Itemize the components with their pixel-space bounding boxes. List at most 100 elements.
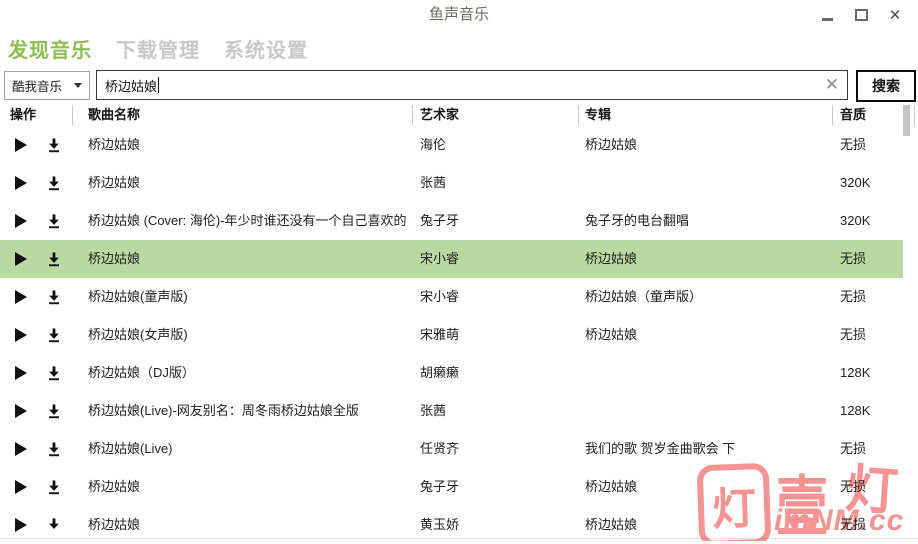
download-icon[interactable]: [47, 328, 61, 343]
close-button[interactable]: ✕: [878, 0, 912, 30]
search-input-value: 桥边姑娘: [97, 76, 157, 95]
bottom-divider: [0, 538, 918, 539]
artist-name: 宋小睿: [420, 240, 570, 278]
download-icon[interactable]: [47, 138, 61, 153]
titlebar: 鱼声音乐 ✕: [0, 0, 918, 30]
album-name: 我们的歌 贺岁金曲歌会 下: [585, 430, 827, 468]
table-row[interactable]: 桥边姑娘 宋小睿 桥边姑娘 无损: [0, 240, 903, 278]
search-input[interactable]: 桥边姑娘 ✕: [96, 70, 848, 100]
music-source-value: 酷我音乐: [5, 76, 74, 95]
download-icon[interactable]: [47, 366, 61, 381]
artist-name: 张茜: [420, 392, 570, 430]
table-row[interactable]: 桥边姑娘(女声版) 宋雅萌 桥边姑娘 无损: [0, 316, 903, 354]
song-name: 桥边姑娘(Live)-网友别名：周冬雨桥边姑娘全版: [88, 392, 406, 430]
column-divider: [578, 105, 579, 125]
album-name: 桥边姑娘: [585, 240, 827, 278]
quality-label: 无损: [840, 430, 900, 468]
column-header-song-name: 歌曲名称: [88, 105, 140, 126]
play-icon[interactable]: [15, 480, 27, 494]
play-icon[interactable]: [15, 176, 27, 190]
artist-name: 兔子牙: [420, 202, 570, 240]
album-name: [585, 392, 827, 430]
download-icon[interactable]: [47, 518, 61, 533]
quality-label: 320K: [840, 164, 900, 202]
table-row[interactable]: 桥边姑娘 (Cover: 海伦)-年少时谁还没有一个自己喜欢的姑娘啊 兔子牙 兔…: [0, 202, 903, 240]
column-header-artist: 艺术家: [420, 105, 459, 126]
download-icon[interactable]: [47, 176, 61, 191]
song-name: 桥边姑娘: [88, 240, 406, 278]
download-icon[interactable]: [47, 404, 61, 419]
download-icon[interactable]: [47, 290, 61, 305]
song-name: 桥边姑娘（DJ版）: [88, 354, 406, 392]
scrollbar-thumb[interactable]: [903, 105, 910, 136]
table-row[interactable]: 桥边姑娘 张茜 320K: [0, 164, 903, 202]
download-icon[interactable]: [47, 480, 61, 495]
main-nav: 发现音乐 下载管理 系统设置: [8, 34, 308, 64]
column-divider: [72, 105, 73, 125]
search-bar: 酷我音乐 桥边姑娘 ✕ 搜索: [0, 70, 918, 100]
tab-system-settings[interactable]: 系统设置: [224, 34, 308, 64]
table-row[interactable]: 桥边姑娘(Live) 任贤齐 我们的歌 贺岁金曲歌会 下 无损: [0, 430, 903, 468]
play-icon[interactable]: [15, 366, 27, 380]
artist-name: 任贤齐: [420, 430, 570, 468]
quality-label: 无损: [840, 126, 900, 164]
artist-name: 张茜: [420, 164, 570, 202]
table-row[interactable]: 桥边姑娘(Live)-网友别名：周冬雨桥边姑娘全版 张茜 128K: [0, 392, 903, 430]
song-name: 桥边姑娘: [88, 164, 406, 202]
song-table-header: 操作 歌曲名称 艺术家 专辑 音质: [0, 105, 918, 126]
play-icon[interactable]: [15, 252, 27, 266]
window-controls: ✕: [810, 0, 912, 30]
album-name: [585, 354, 827, 392]
search-button[interactable]: 搜索: [856, 70, 916, 102]
download-icon[interactable]: [47, 214, 61, 229]
quality-label: 128K: [840, 354, 900, 392]
chevron-down-icon: [74, 83, 82, 88]
quality-label: 无损: [840, 316, 900, 354]
song-name: 桥边姑娘(Live): [88, 430, 406, 468]
song-name: 桥边姑娘(女声版): [88, 316, 406, 354]
column-divider: [412, 105, 413, 125]
song-name: 桥边姑娘: [88, 126, 406, 164]
download-icon[interactable]: [47, 442, 61, 457]
play-icon[interactable]: [15, 290, 27, 304]
artist-name: 胡癞癞: [420, 354, 570, 392]
song-table-body: 桥边姑娘 海伦 桥边姑娘 无损 桥边姑娘 张茜 320K 桥边姑娘 (Cover…: [0, 126, 918, 544]
maximize-icon: [855, 9, 868, 21]
album-name: 桥边姑娘: [585, 126, 827, 164]
artist-name: 宋小睿: [420, 278, 570, 316]
column-header-album: 专辑: [585, 105, 611, 126]
window-title: 鱼声音乐: [0, 0, 918, 30]
play-icon[interactable]: [15, 214, 27, 228]
play-icon[interactable]: [15, 328, 27, 342]
column-divider: [832, 105, 833, 125]
quality-label: 128K: [840, 392, 900, 430]
minimize-icon: [822, 18, 833, 21]
song-name: 桥边姑娘: [88, 468, 406, 506]
artist-name: 兔子牙: [420, 468, 570, 506]
tab-discover-music[interactable]: 发现音乐: [8, 34, 92, 64]
quality-label: 无损: [840, 278, 900, 316]
play-icon[interactable]: [15, 442, 27, 456]
album-name: 桥边姑娘: [585, 316, 827, 354]
maximize-button[interactable]: [844, 0, 878, 30]
column-divider: [914, 105, 915, 125]
download-icon[interactable]: [47, 252, 61, 267]
quality-label: 无损: [840, 468, 900, 506]
column-header-operations: 操作: [10, 105, 36, 126]
play-icon[interactable]: [15, 404, 27, 418]
tab-download-manager[interactable]: 下载管理: [116, 34, 200, 64]
minimize-button[interactable]: [810, 0, 844, 30]
artist-name: 宋雅萌: [420, 316, 570, 354]
table-row[interactable]: 桥边姑娘 兔子牙 桥边姑娘 无损: [0, 468, 903, 506]
artist-name: 海伦: [420, 126, 570, 164]
table-row[interactable]: 桥边姑娘(童声版) 宋小睿 桥边姑娘（童声版） 无损: [0, 278, 903, 316]
play-icon[interactable]: [15, 518, 27, 532]
table-row[interactable]: 桥边姑娘（DJ版） 胡癞癞 128K: [0, 354, 903, 392]
play-icon[interactable]: [15, 138, 27, 152]
column-header-quality: 音质: [840, 105, 866, 126]
album-name: 桥边姑娘（童声版）: [585, 278, 827, 316]
music-source-select[interactable]: 酷我音乐: [4, 71, 90, 100]
clear-search-icon[interactable]: ✕: [825, 71, 839, 99]
album-name: 兔子牙的电台翻唱: [585, 202, 827, 240]
table-row[interactable]: 桥边姑娘 海伦 桥边姑娘 无损: [0, 126, 903, 164]
